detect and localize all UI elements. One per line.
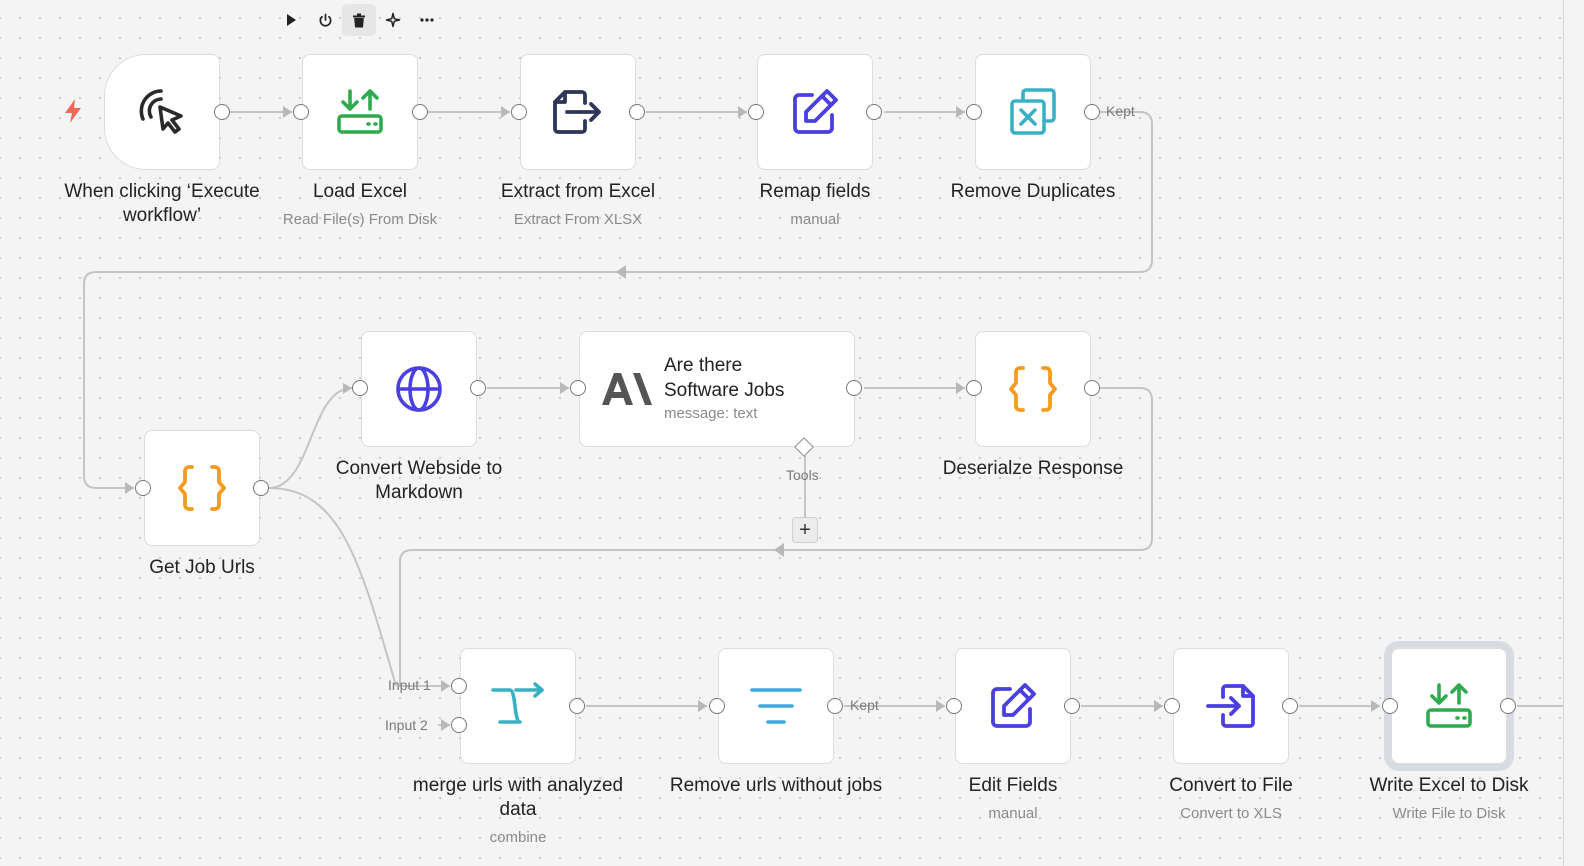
node-remap-fields[interactable] [757,54,873,170]
node-remove-duplicates[interactable] [975,54,1091,170]
node-label: Extract from Excel [500,181,656,202]
extract-file-icon [553,90,601,134]
code-braces-icon [1009,366,1057,412]
node-label: Get Job Urls [149,557,255,578]
disk-write-icon [1426,683,1472,728]
node-convert-website[interactable] [361,331,477,447]
edit-pencil-icon [991,683,1036,728]
output-port[interactable] [629,104,645,120]
output-port[interactable] [253,480,269,496]
ai-node-text: Are there Software Jobs message: text [664,353,814,425]
input-port[interactable] [570,380,586,396]
input-port[interactable] [1164,698,1180,714]
disk-read-icon [337,89,383,134]
wire-geturls-merge [268,487,397,687]
input-port[interactable] [946,698,962,714]
output-port[interactable] [827,698,843,714]
merge-icon [491,682,544,724]
input-port[interactable] [293,104,309,120]
edit-pencil-icon [793,89,838,134]
trigger-bolt-icon [62,98,84,129]
edge-label-input-2: Input 2 [385,717,428,733]
output-port[interactable] [1500,698,1516,714]
play-icon[interactable] [274,4,308,36]
node-get-job-urls[interactable] [144,430,260,546]
node-label: Convert to File [1169,775,1293,796]
node-title: Are there Software Jobs [664,355,785,401]
node-toolbar [274,4,444,36]
input-port-1[interactable] [451,678,467,694]
node-convert-to-file[interactable] [1173,648,1289,764]
input-port[interactable] [1382,698,1398,714]
node-subtitle: combine [489,829,547,846]
more-icon[interactable] [410,4,444,36]
node-label: Remove urls without jobs [669,775,883,796]
node-label: Write Excel to Disk [1369,775,1529,796]
output-port[interactable] [846,380,862,396]
node-label: Deserialze Response [942,458,1124,479]
node-label: Load Excel [312,181,407,202]
output-port[interactable] [412,104,428,120]
output-port[interactable] [1282,698,1298,714]
node-remove-urls[interactable] [718,648,834,764]
node-subtitle: Convert to XLS [1180,805,1282,822]
node-subtitle: message: text [664,405,758,422]
node-subtitle: manual [790,211,840,228]
node-manual-trigger[interactable] [104,54,220,170]
input-port[interactable] [966,104,982,120]
remove-duplicates-icon [1010,88,1056,135]
edge-label-kept: Kept [850,697,879,713]
node-label: When clicking ‘Execute workflow’ [64,181,260,226]
input-port[interactable] [966,380,982,396]
node-ai-agent[interactable]: Are there Software Jobs message: text [579,331,855,447]
node-edit-fields[interactable] [955,648,1071,764]
node-label: Remove Duplicates [950,181,1116,202]
code-braces-icon [178,465,226,511]
side-panel-edge [1563,0,1584,866]
edge-label-input-1: Input 1 [388,677,431,693]
node-load-excel[interactable] [302,54,418,170]
output-port[interactable] [470,380,486,396]
output-port[interactable] [1084,104,1100,120]
anthropic-logo-icon [602,373,652,405]
node-label: Remap fields [759,181,871,202]
input-port[interactable] [511,104,527,120]
node-subtitle: Extract From XLSX [513,211,643,228]
node-subtitle: Read File(s) From Disk [282,211,438,228]
power-icon[interactable] [308,4,342,36]
node-write-excel[interactable] [1391,648,1507,764]
node-merge[interactable] [460,648,576,764]
edge-label-kept: Kept [1106,103,1135,119]
output-port[interactable] [1064,698,1080,714]
output-port[interactable] [569,698,585,714]
input-port-2[interactable] [451,717,467,733]
sparkle-icon[interactable] [376,4,410,36]
input-port[interactable] [709,698,725,714]
input-port[interactable] [352,380,368,396]
node-label: merge urls with analyzed data [412,775,624,820]
node-label: Edit Fields [968,775,1058,796]
add-tool-button[interactable]: + [792,517,818,543]
output-port[interactable] [214,104,230,120]
cursor-click-icon [139,89,183,134]
node-extract-from-excel[interactable] [520,54,636,170]
output-port[interactable] [866,104,882,120]
edge-label-tools: Tools [786,467,819,483]
convert-file-icon [1206,684,1255,728]
globe-icon [396,366,442,412]
node-subtitle: manual [988,805,1038,822]
input-port[interactable] [135,480,151,496]
node-subtitle: Write File to Disk [1392,805,1506,822]
input-port[interactable] [748,104,764,120]
node-deserialize-response[interactable] [975,331,1091,447]
filter-icon [750,688,802,724]
output-port[interactable] [1084,380,1100,396]
trash-icon[interactable] [342,4,376,36]
node-label: Convert Webside to Markdown [335,458,503,503]
